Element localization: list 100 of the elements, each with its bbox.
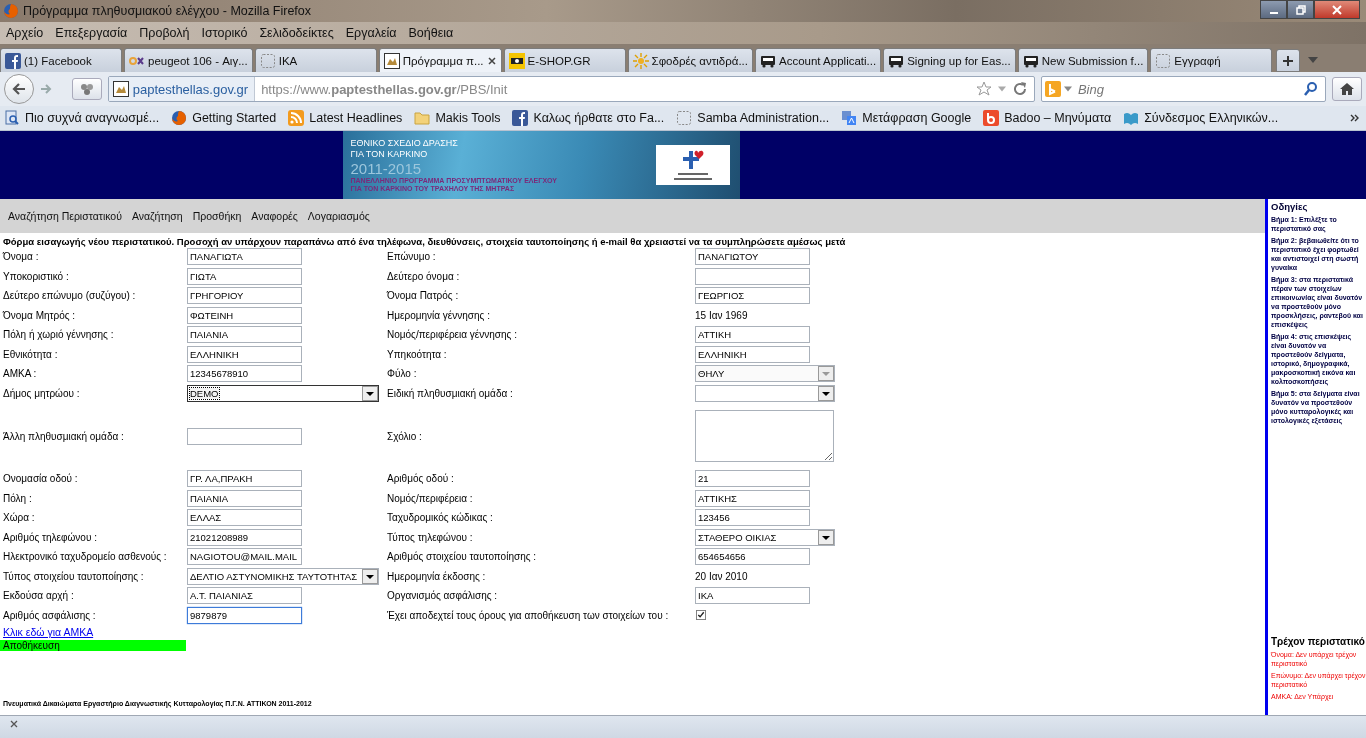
menu-item[interactable]: Εργαλεία xyxy=(339,26,403,40)
close-icon[interactable] xyxy=(10,720,18,728)
minimize-icon xyxy=(1269,11,1278,14)
browser-tab[interactable]: peugeot 106 - Αιγ... xyxy=(124,48,253,72)
site-icon xyxy=(112,81,129,97)
menu-item[interactable]: Επεξεργασία xyxy=(49,26,134,40)
minimize-button[interactable] xyxy=(1260,0,1287,19)
input-field[interactable]: ΠΑΝΑΓΙΩΤΑ xyxy=(187,248,302,266)
menu-item[interactable]: Αρχείο xyxy=(0,26,50,40)
dropdown[interactable]: ΔΕΛΤΙΟ ΑΣΤΥΝΟΜΙΚΗΣ ΤΑΥΤΟΤΗΤΑΣ xyxy=(187,567,379,585)
nav-link[interactable]: Αναφορές xyxy=(246,210,303,222)
nav-link[interactable]: Αναζήτηση xyxy=(126,210,188,222)
bookmark-item[interactable]: Makis Tools xyxy=(414,110,501,126)
home-icon xyxy=(1339,81,1356,97)
input-field[interactable]: ΙΚΑ xyxy=(695,587,810,605)
field-value: 20 Ιαν 2010 xyxy=(695,570,748,582)
home-button[interactable] xyxy=(1332,77,1362,101)
input-field[interactable]: 123456 xyxy=(695,509,810,527)
browser-tab[interactable]: E-SHOP.GR xyxy=(503,48,626,72)
new-tab-button[interactable] xyxy=(1276,49,1301,72)
nav-link[interactable]: Αναζήτηση Περιστατικού xyxy=(3,210,127,222)
input-field[interactable] xyxy=(695,267,810,285)
caret-icon xyxy=(362,385,378,401)
input-field[interactable]: ΠΑΙΑΝΙΑ xyxy=(187,326,302,344)
bookmark-item[interactable]: Πιο συχνά αναγνωσμέ... xyxy=(4,110,160,126)
field-label: Νομός/περιφέρεια : xyxy=(386,492,474,504)
field-label: Ταχυδρομικός κώδικας : xyxy=(386,512,494,524)
input-field[interactable]: 21021208989 xyxy=(187,528,302,546)
firefox-icon xyxy=(3,3,19,19)
field-label: Ειδική πληθυσμιακή ομάδα : xyxy=(386,387,514,399)
dropdown[interactable]: DEMO xyxy=(187,384,379,402)
input-field[interactable]: Α.Τ. ΠΑΙΑΝΙΑΣ xyxy=(187,587,302,605)
browser-tab[interactable]: IKA xyxy=(254,48,377,72)
nav-link[interactable]: Λογαριασμός xyxy=(302,210,375,222)
menu-item[interactable]: Προβολή xyxy=(133,26,196,40)
input-field[interactable]: ΑΤΤΙΚΗΣ xyxy=(695,489,810,507)
input-field[interactable]: 12345678910 xyxy=(187,365,302,383)
site-identity-button[interactable]: paptesthellas.gov.gr xyxy=(108,77,256,101)
bookmark-item[interactable]: Latest Headlines xyxy=(288,110,403,126)
reload-icon[interactable] xyxy=(1011,81,1028,97)
bookmark-item[interactable]: Μετάφραση Google xyxy=(841,110,972,126)
input-field[interactable]: ΕΛΛΗΝΙΚΗ xyxy=(187,345,302,363)
browser-tab[interactable]: New Submission f... xyxy=(1017,48,1149,72)
menu-item[interactable]: Σελιδοδείκτες xyxy=(253,26,340,40)
input-field[interactable]: ΑΤΤΙΚΗ xyxy=(695,326,810,344)
nav-link[interactable]: Προσθήκη xyxy=(187,210,247,222)
back-button[interactable] xyxy=(4,74,34,104)
bookmark-item[interactable]: Getting Started xyxy=(171,110,277,126)
input-field[interactable]: 21 xyxy=(695,470,810,488)
browser-tab[interactable]: Πρόγραμμα π... xyxy=(378,48,502,72)
folder-icon xyxy=(414,110,431,126)
star-icon[interactable] xyxy=(975,81,992,97)
search-icon[interactable] xyxy=(1303,81,1320,97)
restore-button[interactable] xyxy=(1287,0,1314,19)
ministry-logo-icon xyxy=(655,145,730,185)
field-label: Πόλη ή χωριό γέννησης : xyxy=(2,329,115,341)
close-icon[interactable] xyxy=(486,55,497,66)
input-field[interactable]: ΕΛΛΑΣ xyxy=(187,509,302,527)
input-field[interactable]: ΠΑΙΑΝΙΑ xyxy=(187,489,302,507)
bookmark-item[interactable]: Badoo – Μηνύματα xyxy=(983,110,1112,126)
input-field[interactable]: ΠΑΝΑΓΙΩΤΟΥ xyxy=(695,248,810,266)
input-field[interactable] xyxy=(187,427,302,445)
form-heading: Φόρμα εισαγωγής νέου περιστατικού. Προσοχή αν υπάρχουν παραπάνω από ένα τηλέφωνα, διευθύνσεις, στοιχεία ταυτοποίησης ή e-mail θα χρειαστεί να τα συμπληρώσετε αμέσως μετά xyxy=(2,235,847,247)
search-field[interactable]: Bing xyxy=(1075,80,1300,98)
input-field[interactable]: ΓΡΗΓΟΡΙΟΥ xyxy=(187,287,302,305)
search-bar[interactable]: Bing xyxy=(1040,76,1327,102)
input-field[interactable]: NAGIOTOU@MAIL.MAIL xyxy=(187,548,302,566)
chevron-icon[interactable] xyxy=(1350,114,1360,122)
menu-item[interactable]: Βοήθεια xyxy=(402,26,460,40)
save-button[interactable]: Αποθήκευση xyxy=(0,640,186,651)
field-label: Υποκοριστικό : xyxy=(2,270,70,282)
input-field[interactable]: ΦΩΤΕΙΝΗ xyxy=(187,306,302,324)
checkbox[interactable] xyxy=(696,610,706,621)
bookmark-item[interactable]: Καλως ήρθατε στο Fa... xyxy=(512,110,665,126)
input-field[interactable]: ΕΛΛΗΝΙΚΗ xyxy=(695,345,810,363)
input-field[interactable]: 9879879 xyxy=(187,606,302,624)
dropdown-arrow-icon[interactable] xyxy=(1308,57,1319,63)
bookmark-item[interactable]: Σύνδεσμος Ελληνικών... xyxy=(1123,110,1279,126)
browser-tab[interactable]: Εγγραφή xyxy=(1150,48,1273,72)
close-icon xyxy=(1332,4,1342,15)
address-bar[interactable]: paptesthellas.gov.gr https://www.paptesthellas.gov.gr/PBS/Init xyxy=(107,76,1035,102)
bookmark-item[interactable]: Samba Administration... xyxy=(676,110,830,126)
input-field[interactable]: ΓΡ. ΛΑ,ΠΡΑΚΗ xyxy=(187,470,302,488)
input-field[interactable]: ΓΙΩΤΑ xyxy=(187,267,302,285)
close-button[interactable] xyxy=(1314,0,1360,19)
browser-tab[interactable]: Account Applicati... xyxy=(755,48,882,72)
browser-tab[interactable]: Signing up for Eas... xyxy=(883,48,1016,72)
input-field[interactable]: ΓΕΩΡΓΙΟΣ xyxy=(695,287,810,305)
input-field[interactable]: 654654656 xyxy=(695,548,810,566)
extension-button[interactable] xyxy=(72,78,102,100)
field-label: Νομός/περιφέρεια γέννησης : xyxy=(386,329,518,341)
dropdown[interactable] xyxy=(695,384,835,402)
comment-field[interactable] xyxy=(695,410,834,462)
menu-item[interactable]: Ιστορικό xyxy=(195,26,254,40)
amka-link[interactable]: Κλικ εδώ για ΑΜΚΑ xyxy=(0,626,94,638)
field-label: Αριθμός τηλεφώνου : xyxy=(2,531,98,543)
dropdown[interactable]: ΣΤΑΘΕΡΟ ΟΙΚΙΑΣ xyxy=(695,528,835,546)
sun-icon xyxy=(632,52,649,69)
browser-tab[interactable]: Σφοδρές αντιδρά... xyxy=(627,48,753,72)
browser-tab[interactable]: (1) Facebook xyxy=(0,48,122,72)
